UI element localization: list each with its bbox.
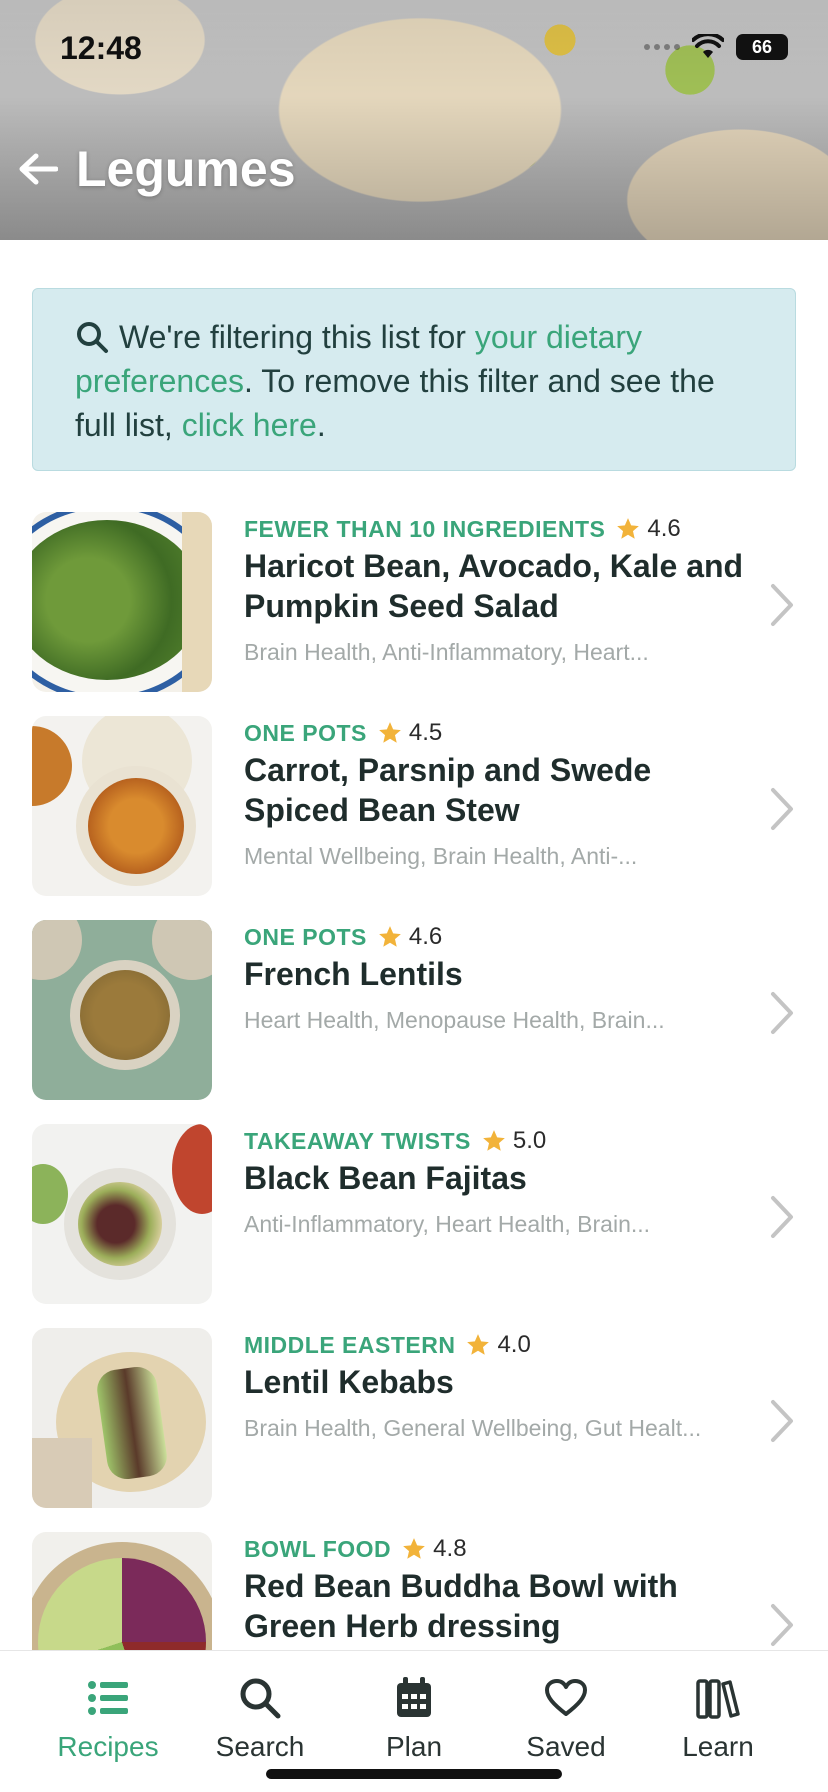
recipe-category: ONE POTS <box>244 923 367 950</box>
recipe-category: BOWL FOOD <box>244 1535 392 1562</box>
recipe-category: ONE POTS <box>244 719 367 746</box>
recipe-meta: TAKEAWAY TWISTS 5.0 <box>244 1126 546 1156</box>
tab-bar: Recipes Search Plan Saved Learn <box>0 1650 828 1792</box>
tab-plan[interactable]: Plan <box>344 1673 484 1763</box>
tab-label: Plan <box>385 1731 443 1762</box>
recipe-title: Red Bean Buddha Bowl with Green Herb dre… <box>244 1568 678 1644</box>
recipe-rating: 4.5 <box>377 719 442 747</box>
recipe-category: MIDDLE EASTERN <box>244 1331 456 1358</box>
chevron-right-icon <box>771 992 793 1034</box>
tab-learn[interactable]: Learn <box>648 1673 788 1763</box>
star-icon <box>403 1538 426 1559</box>
recipe-title: Haricot Bean, Avocado, Kale and Pumpkin … <box>244 548 744 624</box>
recipe-title: Carrot, Parsnip and Swede Spiced Bean St… <box>244 752 652 828</box>
tab-label: Saved <box>526 1731 606 1762</box>
chevron-right-icon <box>771 1604 793 1646</box>
recipe-thumbnail <box>32 512 212 692</box>
tab-label: Recipes <box>57 1731 159 1762</box>
filter-banner: We're filtering this list for your dieta… <box>32 288 796 471</box>
rating-value: 4.6 <box>408 923 443 950</box>
search-icon <box>240 1678 281 1719</box>
tab-recipes[interactable]: Recipes <box>38 1673 178 1763</box>
recipe-rating: 5.0 <box>481 1127 546 1155</box>
status-icons: 66 <box>644 34 788 60</box>
recipe-tags: Brain Health, Anti-Inflammatory, Heart..… <box>244 639 649 665</box>
recipe-rating: 4.6 <box>377 923 442 951</box>
recipe-meta: ONE POTS 4.5 <box>244 718 442 748</box>
recipe-thumbnail <box>32 716 212 896</box>
recipe-category: TAKEAWAY TWISTS <box>244 1127 471 1154</box>
wifi-icon <box>692 34 724 58</box>
recipe-thumbnail <box>32 1328 212 1508</box>
calendar-icon <box>397 1677 431 1717</box>
recipe-rating: 4.8 <box>401 1535 467 1563</box>
recipe-thumbnail <box>32 1124 212 1304</box>
recipe-item[interactable]: TAKEAWAY TWISTS 5.0 Black Bean Fajitas A… <box>0 1124 828 1304</box>
search-icon <box>77 322 108 353</box>
recipe-meta: ONE POTS 4.6 <box>244 922 442 952</box>
list-icon <box>88 1681 128 1715</box>
star-icon <box>617 518 640 539</box>
tab-label: Learn <box>682 1731 754 1762</box>
recipe-title: Black Bean Fajitas <box>244 1160 527 1196</box>
chevron-right-icon <box>771 584 793 626</box>
recipe-thumbnail <box>32 920 212 1100</box>
home-indicator <box>266 1769 562 1779</box>
recipe-tags: Anti-Inflammatory, Heart Health, Brain..… <box>244 1211 651 1237</box>
rating-value: 4.5 <box>408 719 443 746</box>
rating-value: 5.0 <box>512 1127 547 1154</box>
tab-saved[interactable]: Saved <box>496 1673 636 1763</box>
status-time: 12:48 <box>60 30 142 66</box>
books-icon <box>696 1679 740 1719</box>
recipe-rating: 4.6 <box>615 515 681 543</box>
rating-value: 4.8 <box>433 1535 467 1562</box>
star-icon <box>467 1334 490 1355</box>
tab-label: Search <box>215 1731 305 1762</box>
chevron-right-icon <box>771 1196 793 1238</box>
header-title-row: Legumes <box>14 140 296 198</box>
rating-value: 4.0 <box>497 1331 531 1358</box>
star-icon <box>379 926 401 947</box>
star-icon <box>483 1130 505 1151</box>
recipe-item[interactable]: ONE POTS 4.6 French Lentils Heart Health… <box>0 920 828 1100</box>
arrow-left-icon <box>19 153 58 185</box>
chevron-right-icon <box>771 1400 793 1442</box>
filter-text: We're filtering this list for <box>119 319 475 355</box>
remove-filter-link[interactable]: click here <box>182 407 317 443</box>
heart-icon <box>545 1679 587 1716</box>
cellular-signal-icon <box>644 44 680 50</box>
star-icon <box>379 722 401 743</box>
recipe-item[interactable]: FEWER THAN 10 INGREDIENTS 4.6 Haricot Be… <box>0 512 828 692</box>
tab-search[interactable]: Search <box>190 1673 330 1763</box>
recipe-tags: Mental Wellbeing, Brain Health, Anti-... <box>244 843 638 869</box>
recipe-meta: FEWER THAN 10 INGREDIENTS 4.6 <box>244 514 681 544</box>
battery-icon: 66 <box>736 34 788 60</box>
recipe-item[interactable]: MIDDLE EASTERN 4.0 Lentil Kebabs Brain H… <box>0 1328 828 1508</box>
recipe-tags: Brain Health, General Wellbeing, Gut Hea… <box>244 1415 702 1441</box>
recipe-item[interactable]: ONE POTS 4.5 Carrot, Parsnip and Swede S… <box>0 716 828 896</box>
recipe-title: Lentil Kebabs <box>244 1364 454 1400</box>
chevron-right-icon <box>771 788 793 830</box>
recipe-category: FEWER THAN 10 INGREDIENTS <box>244 515 606 542</box>
filter-text-3: . <box>316 407 326 443</box>
rating-value: 4.6 <box>647 515 681 542</box>
recipe-meta: BOWL FOOD 4.8 <box>244 1534 467 1564</box>
recipe-title: French Lentils <box>244 956 463 992</box>
page-title: Legumes <box>76 141 296 197</box>
recipe-meta: MIDDLE EASTERN 4.0 <box>244 1330 531 1360</box>
recipe-rating: 4.0 <box>465 1331 531 1359</box>
back-button[interactable] <box>14 145 62 193</box>
status-bar: 12:48 66 <box>0 0 828 100</box>
recipe-tags: Heart Health, Menopause Health, Brain... <box>244 1007 665 1033</box>
